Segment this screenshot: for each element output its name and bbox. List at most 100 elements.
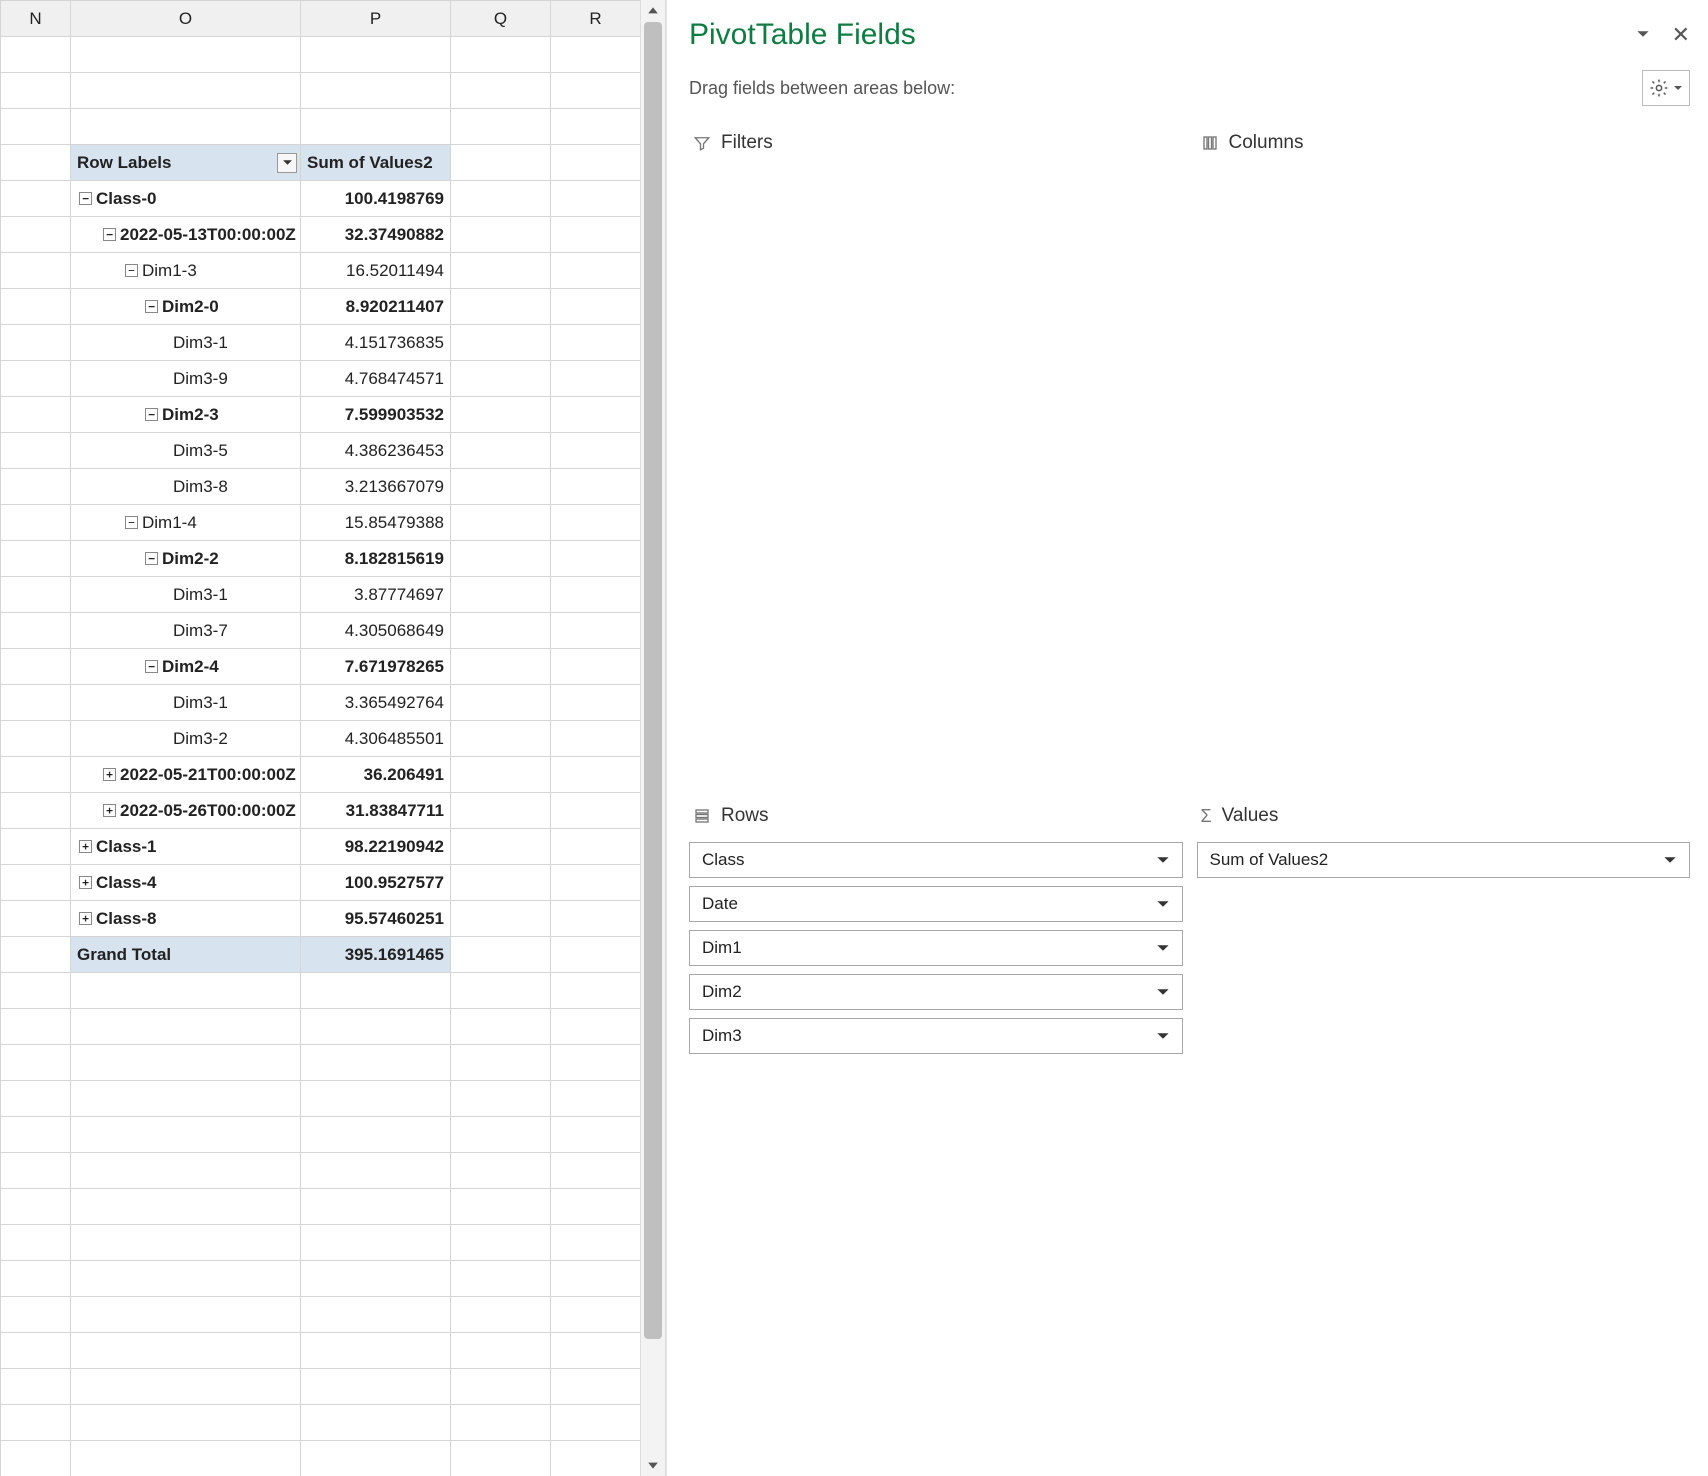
empty-row[interactable] xyxy=(1,1081,641,1117)
scroll-down-button[interactable] xyxy=(641,1454,665,1476)
panel-settings-button[interactable] xyxy=(1642,70,1690,106)
field-chip-rows[interactable]: Dim2 xyxy=(689,974,1183,1010)
pivot-row-label[interactable]: Dim3-5 xyxy=(71,433,301,469)
area-values[interactable]: Σ Values Sum of Values2 xyxy=(1197,799,1691,1458)
spreadsheet-grid[interactable]: N O P Q R Row LabelsSum of Values2−Class… xyxy=(0,0,640,1476)
expand-button[interactable]: + xyxy=(79,876,92,889)
collapse-button[interactable]: − xyxy=(145,552,158,565)
scroll-up-button[interactable] xyxy=(641,0,665,22)
area-filters[interactable]: Filters xyxy=(689,126,1183,785)
pivot-row-label[interactable]: +Class-8 xyxy=(71,901,301,937)
pivot-row-value[interactable]: 100.9527577 xyxy=(301,865,451,901)
pivot-row-label[interactable]: Dim3-2 xyxy=(71,721,301,757)
pivot-row-label[interactable]: −2022-05-13T00:00:00Z xyxy=(71,217,301,253)
column-header[interactable]: R xyxy=(551,1,641,37)
pivot-row-label[interactable]: −Class-0 xyxy=(71,181,301,217)
pivot-row-label[interactable]: −Dim1-4 xyxy=(71,505,301,541)
field-chip-rows[interactable]: Dim1 xyxy=(689,930,1183,966)
collapse-button[interactable]: − xyxy=(79,192,92,205)
pivot-row[interactable]: Dim3-83.213667079 xyxy=(1,469,641,505)
column-header[interactable]: Q xyxy=(451,1,551,37)
pivot-row-value[interactable]: 3.213667079 xyxy=(301,469,451,505)
area-columns[interactable]: Columns xyxy=(1197,126,1691,785)
collapse-button[interactable]: − xyxy=(125,264,138,277)
pivot-row-label[interactable]: −Dim1-3 xyxy=(71,253,301,289)
pivot-row-label[interactable]: Dim3-1 xyxy=(71,685,301,721)
field-chip-rows[interactable]: Date xyxy=(689,886,1183,922)
field-chip-rows[interactable]: Class xyxy=(689,842,1183,878)
pivot-row[interactable]: Dim3-94.768474571 xyxy=(1,361,641,397)
pivot-row[interactable]: −Dim2-37.599903532 xyxy=(1,397,641,433)
column-header[interactable]: O xyxy=(71,1,301,37)
pivot-row-value[interactable]: 4.306485501 xyxy=(301,721,451,757)
empty-row[interactable] xyxy=(1,37,641,73)
scroll-thumb[interactable] xyxy=(644,22,662,1339)
pivot-row[interactable]: Dim3-54.386236453 xyxy=(1,433,641,469)
pivot-row-label[interactable]: −Dim2-3 xyxy=(71,397,301,433)
empty-row[interactable] xyxy=(1,1189,641,1225)
pivot-row-value[interactable]: 7.671978265 xyxy=(301,649,451,685)
pivot-row-value[interactable]: 15.85479388 xyxy=(301,505,451,541)
pivot-row-label[interactable]: +Class-1 xyxy=(71,829,301,865)
pivot-row[interactable]: −Class-0100.4198769 xyxy=(1,181,641,217)
pivot-row-label[interactable]: +2022-05-21T00:00:00Z xyxy=(71,757,301,793)
pivot-row[interactable]: −Dim2-08.920211407 xyxy=(1,289,641,325)
pivot-row-label[interactable]: +2022-05-26T00:00:00Z xyxy=(71,793,301,829)
empty-row[interactable] xyxy=(1,1369,641,1405)
expand-button[interactable]: + xyxy=(103,804,116,817)
empty-row[interactable] xyxy=(1,1009,641,1045)
expand-button[interactable]: + xyxy=(79,912,92,925)
empty-row[interactable] xyxy=(1,73,641,109)
pivot-row-value[interactable]: 4.305068649 xyxy=(301,613,451,649)
pivot-row[interactable]: +Class-895.57460251 xyxy=(1,901,641,937)
empty-row[interactable] xyxy=(1,1225,641,1261)
pivot-row-label[interactable]: Dim3-9 xyxy=(71,361,301,397)
collapse-button[interactable]: − xyxy=(145,408,158,421)
empty-row[interactable] xyxy=(1,1153,641,1189)
pivot-row-value[interactable]: 4.386236453 xyxy=(301,433,451,469)
collapse-button[interactable]: − xyxy=(125,516,138,529)
pivot-row[interactable]: −Dim1-415.85479388 xyxy=(1,505,641,541)
pivot-row-label[interactable]: Dim3-1 xyxy=(71,577,301,613)
pivot-row[interactable]: −Dim2-47.671978265 xyxy=(1,649,641,685)
pivot-row-value[interactable]: 31.83847711 xyxy=(301,793,451,829)
pivot-row-value[interactable]: 7.599903532 xyxy=(301,397,451,433)
pivot-row[interactable]: −Dim1-316.52011494 xyxy=(1,253,641,289)
pivot-row[interactable]: −2022-05-13T00:00:00Z32.37490882 xyxy=(1,217,641,253)
pivot-row[interactable]: +Class-198.22190942 xyxy=(1,829,641,865)
column-header[interactable]: N xyxy=(1,1,71,37)
pivot-row-label[interactable]: Dim3-1 xyxy=(71,325,301,361)
pivot-row[interactable]: Dim3-74.305068649 xyxy=(1,613,641,649)
vertical-scrollbar[interactable] xyxy=(640,0,666,1476)
pivot-row[interactable]: Dim3-24.306485501 xyxy=(1,721,641,757)
empty-row[interactable] xyxy=(1,1261,641,1297)
row-labels-dropdown[interactable] xyxy=(277,153,297,173)
pivot-row-value[interactable]: 32.37490882 xyxy=(301,217,451,253)
empty-row[interactable] xyxy=(1,1297,641,1333)
collapse-button[interactable]: − xyxy=(145,300,158,313)
pivot-row[interactable]: +Class-4100.9527577 xyxy=(1,865,641,901)
expand-button[interactable]: + xyxy=(79,840,92,853)
pivot-row-label[interactable]: Dim3-7 xyxy=(71,613,301,649)
scroll-track[interactable] xyxy=(641,22,665,1454)
pivot-row-value[interactable]: 98.22190942 xyxy=(301,829,451,865)
panel-close-button[interactable]: ✕ xyxy=(1672,24,1690,46)
collapse-button[interactable]: − xyxy=(145,660,158,673)
sum-header[interactable]: Sum of Values2 xyxy=(301,145,451,181)
pivot-row-value[interactable]: 4.768474571 xyxy=(301,361,451,397)
grand-total-row[interactable]: Grand Total395.1691465 xyxy=(1,937,641,973)
empty-row[interactable] xyxy=(1,1045,641,1081)
pivot-row-label[interactable]: Dim3-8 xyxy=(71,469,301,505)
field-chip-rows[interactable]: Dim3 xyxy=(689,1018,1183,1054)
pivot-row[interactable]: Dim3-13.87774697 xyxy=(1,577,641,613)
empty-row[interactable] xyxy=(1,1333,641,1369)
pivot-row-value[interactable]: 3.365492764 xyxy=(301,685,451,721)
pivot-row-value[interactable]: 100.4198769 xyxy=(301,181,451,217)
pivot-row[interactable]: +2022-05-26T00:00:00Z31.83847711 xyxy=(1,793,641,829)
pivot-row-value[interactable]: 8.920211407 xyxy=(301,289,451,325)
area-rows[interactable]: Rows ClassDateDim1Dim2Dim3 xyxy=(689,799,1183,1458)
expand-button[interactable]: + xyxy=(103,768,116,781)
column-header[interactable]: P xyxy=(301,1,451,37)
empty-row[interactable] xyxy=(1,973,641,1009)
empty-row[interactable] xyxy=(1,1405,641,1441)
